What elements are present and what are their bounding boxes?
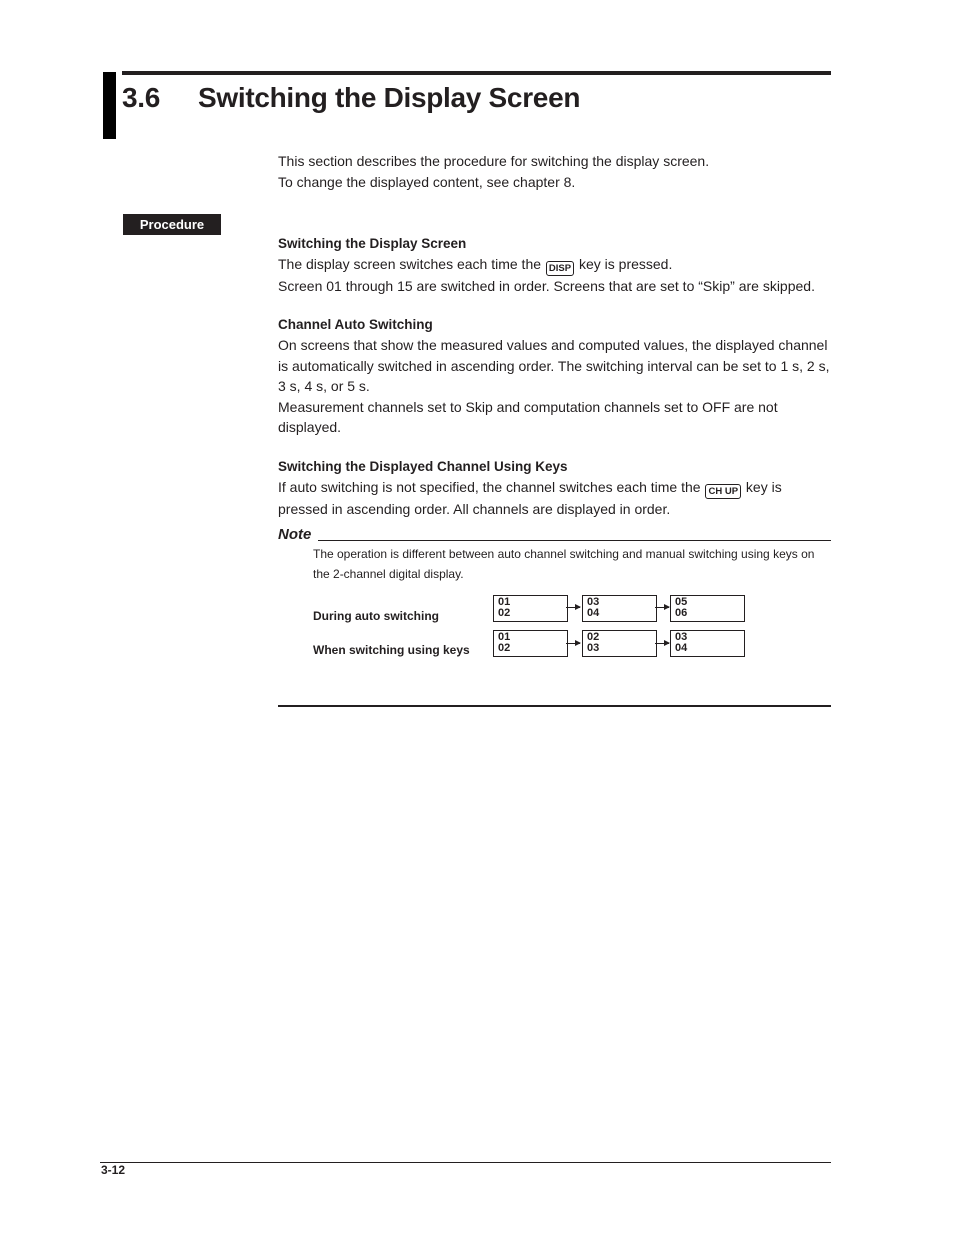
subsection-heading: Channel Auto Switching bbox=[278, 317, 433, 332]
arrow-right-icon bbox=[655, 640, 670, 646]
subsection-text: Measurement channels set to Skip and com… bbox=[278, 398, 778, 436]
note-rule bbox=[318, 540, 831, 541]
subsection-heading: Switching the Displayed Channel Using Ke… bbox=[278, 459, 568, 474]
subsection-text: On screens that show the measured values… bbox=[278, 337, 830, 394]
subsection-text: The display screen switches each time th… bbox=[278, 254, 834, 276]
ch-up-key-icon: CH UP bbox=[705, 484, 742, 499]
channel-number: 05 bbox=[675, 596, 688, 608]
subsection-text: Screen 01 through 15 are switched in ord… bbox=[278, 278, 815, 294]
display-screen-box: 01 02 bbox=[493, 595, 568, 622]
intro-paragraph: This section describes the procedure for… bbox=[278, 151, 838, 192]
text-run: If auto switching is not specified, the … bbox=[278, 479, 701, 495]
header-rule bbox=[122, 71, 831, 75]
subsection-text: If auto switching is not specified, the … bbox=[278, 477, 834, 520]
channel-number: 03 bbox=[587, 596, 600, 608]
arrow-right-icon bbox=[566, 640, 581, 646]
subsection-heading: Switching the Display Screen bbox=[278, 236, 467, 251]
intro-line: This section describes the procedure for… bbox=[278, 153, 710, 169]
procedure-tag: Procedure bbox=[123, 214, 221, 235]
channel-number: 02 bbox=[587, 631, 600, 643]
channel-number: 02 bbox=[498, 606, 511, 619]
intro-line: To change the displayed content, see cha… bbox=[278, 173, 576, 190]
note-label: Note bbox=[278, 526, 312, 543]
diagram-row-label: During auto switching bbox=[313, 609, 439, 623]
arrow-right-icon bbox=[566, 604, 581, 610]
text-run: The display screen switches each time th… bbox=[278, 256, 542, 272]
display-screen-box: 03 04 bbox=[670, 630, 745, 657]
display-screen-box: 03 04 bbox=[582, 595, 657, 622]
page-number: 3-12 bbox=[101, 1163, 126, 1177]
display-screen-box: 02 03 bbox=[582, 630, 657, 657]
channel-number: 04 bbox=[587, 606, 600, 619]
subsection-display-screen: Switching the Display Screen The display… bbox=[278, 234, 834, 297]
channel-number: 04 bbox=[675, 641, 688, 654]
channel-number: 02 bbox=[498, 641, 511, 654]
disp-key-icon: DISP bbox=[545, 261, 575, 276]
display-screen-box: 05 06 bbox=[670, 595, 745, 622]
channel-number: 06 bbox=[675, 606, 688, 619]
footer-rule bbox=[100, 1162, 831, 1163]
arrow-right-icon bbox=[655, 604, 670, 610]
channel-number: 03 bbox=[587, 641, 600, 654]
channel-number: 01 bbox=[498, 596, 511, 608]
channel-number: 01 bbox=[498, 631, 511, 643]
section-side-bar bbox=[103, 72, 116, 139]
channel-number: 03 bbox=[675, 631, 688, 643]
subsection-auto-switching: Channel Auto Switching On screens that s… bbox=[278, 315, 834, 438]
diagram-row-label: When switching using keys bbox=[313, 643, 470, 657]
section-title: Switching the Display Screen bbox=[198, 82, 581, 113]
section-number: 3.6 bbox=[122, 82, 161, 113]
note-text: The operation is different between auto … bbox=[313, 547, 815, 581]
text-run: key is pressed. bbox=[578, 256, 673, 272]
display-screen-box: 01 02 bbox=[493, 630, 568, 657]
note-end-rule bbox=[278, 705, 831, 707]
subsection-keys-switching: Switching the Displayed Channel Using Ke… bbox=[278, 457, 834, 520]
